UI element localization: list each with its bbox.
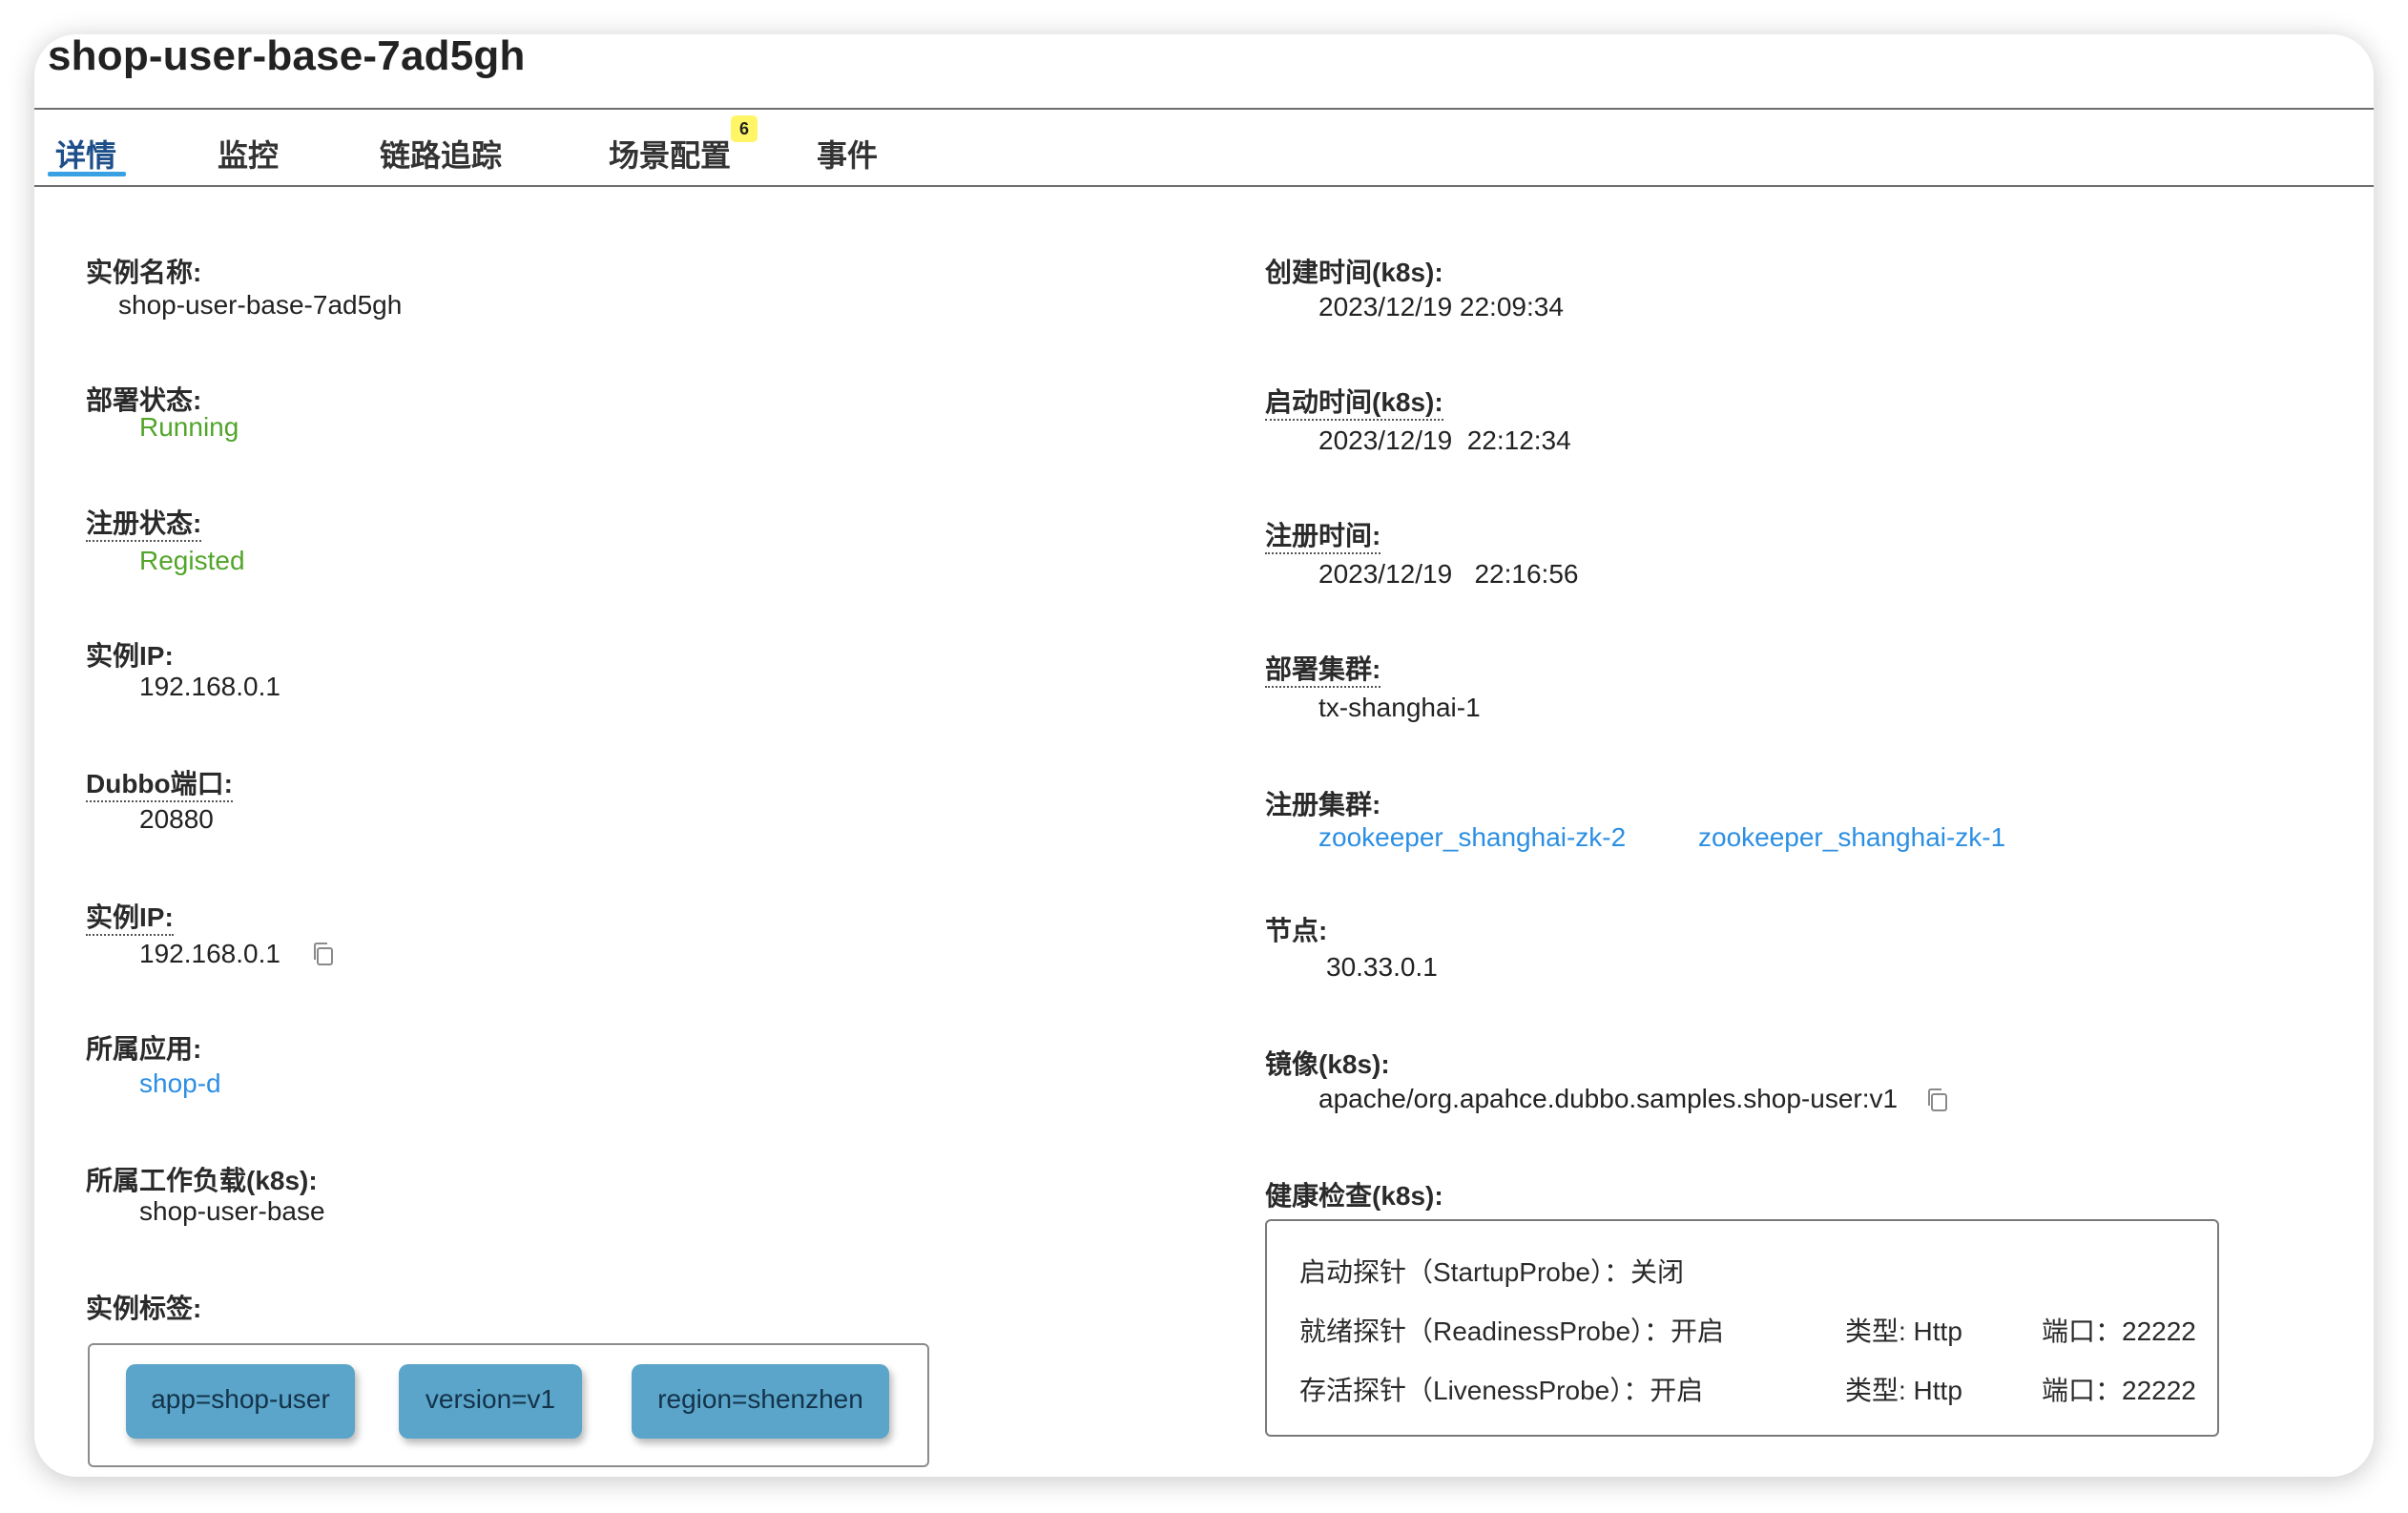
tab-scenario-config[interactable]: 场景配置 — [609, 132, 731, 176]
tag-region[interactable]: region=shenzhen — [632, 1364, 889, 1439]
liveness-port: 端口：22222 — [2042, 1376, 2196, 1405]
tag-app[interactable]: app=shop-user — [126, 1364, 355, 1439]
startup-probe: 启动探针（StartupProbe）：关闭 — [1299, 1257, 1684, 1287]
page-title: shop-user-base-7ad5gh — [48, 32, 526, 79]
node-value: 30.33.0.1 — [1326, 952, 1438, 982]
node-label: 节点: — [1265, 916, 1328, 945]
start-time-label: 启动时间(k8s): — [1265, 382, 1443, 421]
image-label: 镜像(k8s): — [1265, 1049, 1390, 1079]
register-status-value: Registed — [139, 546, 245, 575]
app-label: 所属应用: — [86, 1034, 202, 1064]
register-cluster-link-2[interactable]: zookeeper_shanghai-zk-1 — [1698, 822, 2005, 853]
register-cluster-label: 注册集群: — [1265, 790, 1381, 819]
image-value: apache/org.apahce.dubbo.samples.shop-use… — [1318, 1084, 1899, 1113]
scenario-config-badge: 6 — [731, 115, 758, 142]
start-time-value: 2023/12/19 22:12:34 — [1318, 425, 1571, 455]
instance-ip-value: 192.168.0.1 — [139, 672, 280, 701]
active-tab-indicator — [48, 172, 126, 176]
dubbo-port-value: 20880 — [139, 804, 214, 834]
readiness-type: 类型: Http — [1845, 1316, 1962, 1346]
register-time-value: 2023/12/19 22:16:56 — [1318, 559, 1579, 589]
tags-label: 实例标签: — [86, 1294, 202, 1323]
tab-monitor[interactable]: 监控 — [218, 132, 279, 176]
deploy-status-value: Running — [139, 412, 239, 442]
instance-ip-value-2: 192.168.0.1 — [139, 939, 280, 968]
workload-label: 所属工作负载(k8s): — [86, 1166, 318, 1195]
instance-ip-label: 实例IP: — [86, 641, 174, 671]
liveness-type: 类型: Http — [1845, 1376, 1962, 1405]
register-status-label: 注册状态: — [86, 503, 202, 542]
tab-details[interactable]: 详情 — [55, 132, 116, 176]
create-time-value: 2023/12/19 22:09:34 — [1318, 292, 1564, 321]
copy-image-icon[interactable] — [1925, 1088, 1948, 1112]
app-link[interactable]: shop-d — [139, 1068, 221, 1099]
register-time-label: 注册时间: — [1265, 515, 1381, 554]
instance-name-value: shop-user-base-7ad5gh — [118, 290, 403, 320]
tab-events[interactable]: 事件 — [817, 132, 878, 176]
tab-tracing[interactable]: 链路追踪 — [380, 132, 502, 176]
liveness-probe: 存活探针（LivenessProbe）：开启 — [1299, 1376, 1704, 1405]
tabs-divider — [34, 185, 2374, 187]
deploy-cluster-label: 部署集群: — [1265, 649, 1381, 688]
dubbo-port-label: Dubbo端口: — [86, 763, 233, 802]
health-check-label: 健康检查(k8s): — [1265, 1181, 1443, 1211]
deploy-cluster-value: tx-shanghai-1 — [1318, 693, 1481, 722]
instance-ip-label-2: 实例IP: — [86, 897, 174, 936]
register-cluster-link-1[interactable]: zookeeper_shanghai-zk-2 — [1318, 822, 1626, 853]
copy-icon[interactable] — [311, 942, 334, 966]
tag-version[interactable]: version=v1 — [399, 1364, 582, 1439]
create-time-label: 创建时间(k8s): — [1265, 258, 1443, 287]
readiness-probe: 就绪探针（ReadinessProbe）：开启 — [1299, 1316, 1725, 1346]
workload-value: shop-user-base — [139, 1196, 325, 1226]
readiness-port: 端口：22222 — [2042, 1316, 2196, 1346]
instance-name-label: 实例名称: — [86, 258, 202, 287]
title-divider — [34, 108, 2374, 110]
